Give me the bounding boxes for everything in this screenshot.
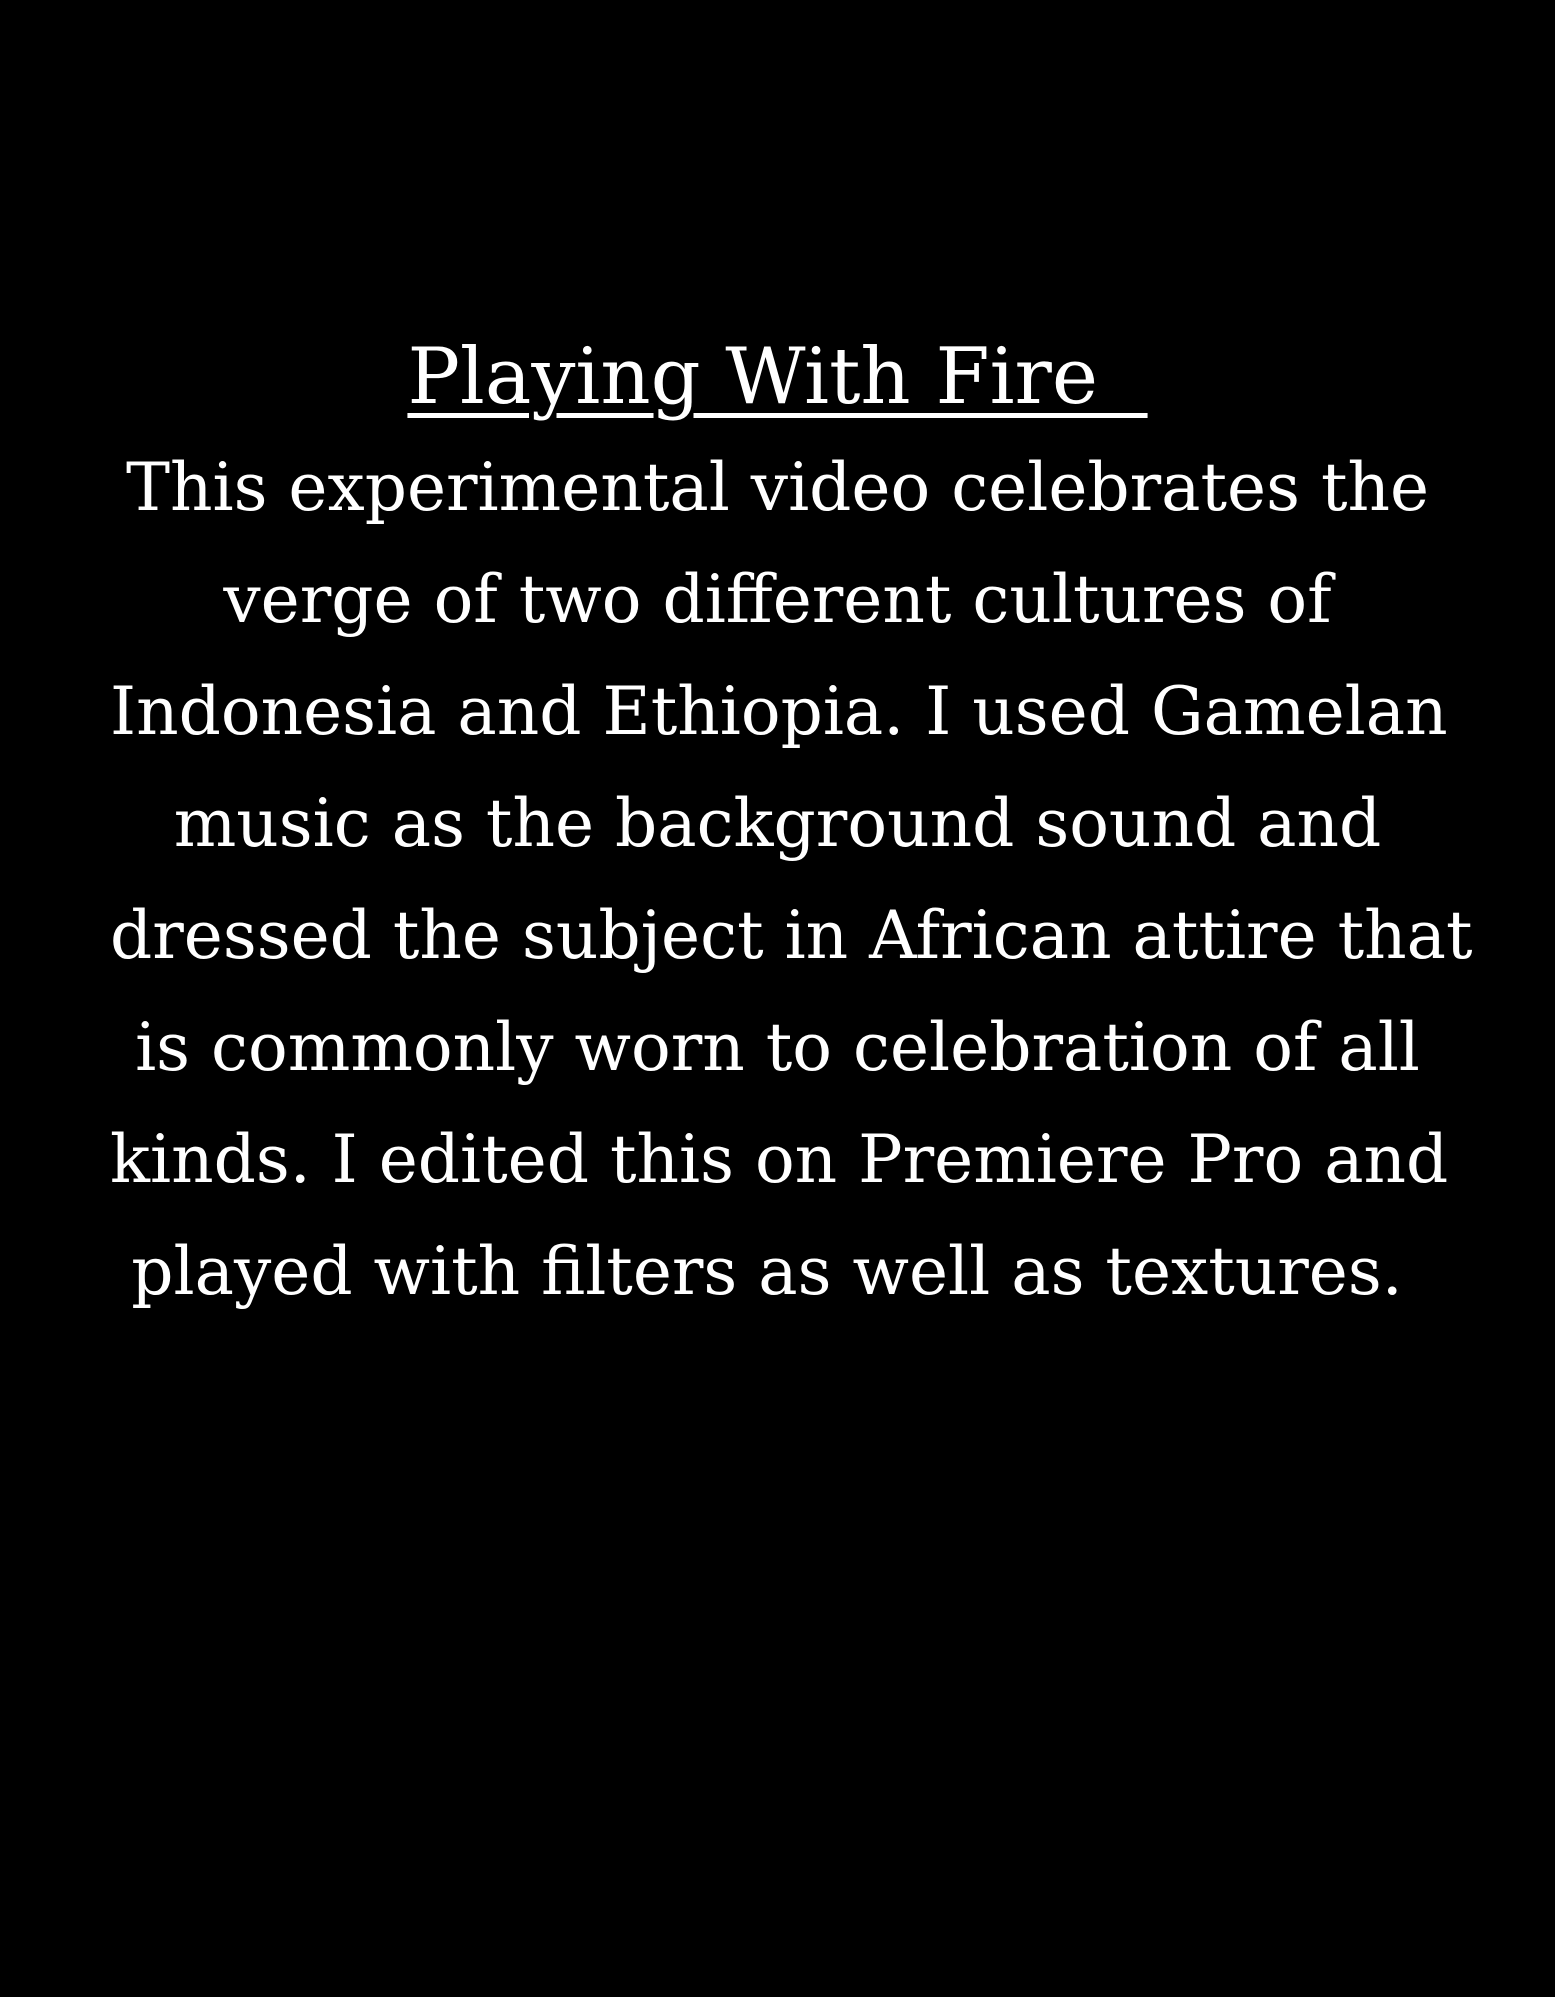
body-line-1: This experimental video celebrates the — [125, 449, 1430, 526]
document-page: Playing With Fire This experimental vide… — [0, 0, 1555, 1997]
document-content: Playing With Fire This experimental vide… — [110, 322, 1473, 1328]
body-line-3: Indonesia and Ethiopia. I used Gamelan — [110, 673, 1448, 750]
body-line-7: kinds. I edited this on Premiere Pro and — [110, 1121, 1449, 1198]
body-line-6: is commonly worn to celebration of all — [135, 1009, 1420, 1086]
document-body: This experimental video celebrates the v… — [110, 432, 1473, 1328]
body-line-8: played with filters as well as textures. — [131, 1233, 1424, 1310]
body-line-4: music as the background sound and — [173, 785, 1382, 862]
body-line-5: dressed the subject in African attire th… — [110, 897, 1473, 974]
body-line-2: verge of two different cultures of — [223, 561, 1332, 638]
document-title: Playing With Fire — [407, 332, 1148, 422]
